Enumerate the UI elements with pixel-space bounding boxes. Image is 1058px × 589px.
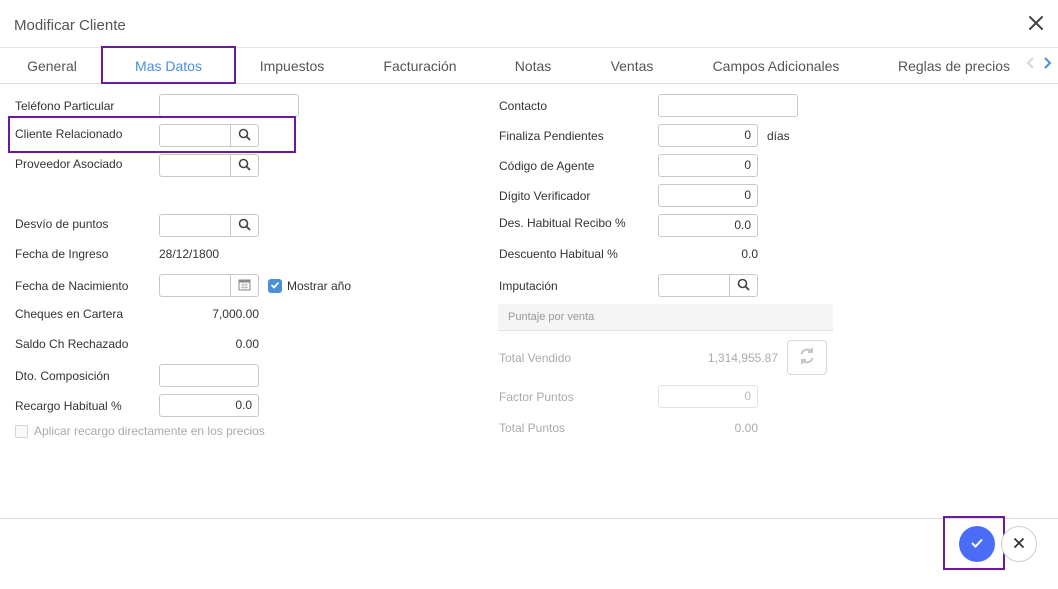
puntaje-section-header: Puntaje por venta (498, 304, 833, 331)
check-icon (270, 279, 280, 293)
descuento-habitual-value: 0.0 (741, 247, 758, 261)
desvio-puntos-lookup (159, 214, 259, 237)
proveedor-asociado-label: Proveedor Asociado (15, 157, 123, 171)
desvio-puntos-input[interactable] (159, 214, 231, 237)
imputacion-lookup (658, 274, 758, 297)
search-icon (737, 278, 750, 294)
descuento-habitual-label: Descuento Habitual % (499, 247, 618, 261)
saldo-ch-rechazado-value: 0.00 (235, 337, 259, 351)
telefono-particular-input[interactable] (159, 94, 299, 117)
confirm-button-highlight (943, 516, 1005, 570)
tab-ventas[interactable]: Ventas (596, 48, 668, 84)
desvio-puntos-search-button[interactable] (230, 214, 259, 237)
refresh-icon (797, 346, 817, 369)
imputacion-input[interactable] (658, 274, 730, 297)
finaliza-pendientes-unit: días (767, 129, 790, 143)
close-icon[interactable] (1027, 14, 1045, 32)
imputacion-label: Imputación (499, 279, 558, 293)
dto-composicion-input[interactable] (159, 364, 259, 387)
contacto-input[interactable] (658, 94, 798, 117)
total-vendido-value: 1,314,955.87 (707, 351, 778, 365)
tab-impuestos[interactable]: Impuestos (246, 48, 338, 84)
puntaje-section-title: Puntaje por venta (508, 311, 595, 323)
dialog-header: Modificar Cliente (0, 0, 1058, 48)
active-tab-highlight (101, 46, 236, 84)
telefono-particular-label: Teléfono Particular (15, 99, 115, 113)
total-vendido-label: Total Vendido (499, 351, 572, 365)
mostrar-anio-label: Mostrar año (287, 279, 352, 293)
fecha-nacimiento-input[interactable] (159, 274, 231, 297)
chevron-right-icon[interactable] (1042, 56, 1052, 73)
finaliza-pendientes-input[interactable]: 0 (658, 124, 758, 147)
des-habitual-recibo-input[interactable]: 0.0 (658, 214, 758, 237)
recargo-habitual-input[interactable]: 0.0 (159, 394, 259, 417)
cliente-relacionado-highlight (8, 116, 296, 153)
refresh-button[interactable] (787, 340, 827, 375)
tab-reglas-precios[interactable]: Reglas de precios (886, 48, 1022, 84)
search-icon (238, 218, 251, 234)
close-icon (1013, 537, 1025, 552)
cheques-cartera-label: Cheques en Cartera (15, 307, 124, 321)
digito-verificador-label: Dígito Verificador (499, 189, 591, 203)
codigo-agente-input[interactable]: 0 (658, 154, 758, 177)
total-puntos-label: Total Puntos (499, 421, 566, 435)
recargo-habitual-label: Recargo Habitual % (15, 399, 122, 413)
dialog-title: Modificar Cliente (14, 17, 126, 34)
footer-divider (0, 518, 1058, 519)
tab-campos-adicionales[interactable]: Campos Adicionales (700, 48, 852, 84)
finaliza-pendientes-label: Finaliza Pendientes (499, 129, 604, 143)
dto-composicion-label: Dto. Composición (15, 369, 110, 383)
contacto-label: Contacto (499, 99, 548, 113)
imputacion-search-button[interactable] (729, 274, 758, 297)
mostrar-anio-checkbox[interactable] (268, 279, 282, 293)
chevron-left-icon[interactable] (1026, 56, 1036, 73)
tab-facturacion[interactable]: Facturación (370, 48, 470, 84)
cheques-cartera-value: 7,000.00 (212, 307, 259, 321)
total-puntos-value: 0.00 (734, 421, 758, 435)
proveedor-asociado-search-button[interactable] (230, 154, 259, 177)
factor-puntos-input[interactable]: 0 (658, 385, 758, 408)
fecha-ingreso-value: 28/12/1800 (159, 247, 220, 261)
factor-puntos-label: Factor Puntos (499, 390, 574, 404)
desvio-puntos-label: Desvío de puntos (15, 217, 109, 231)
fecha-ingreso-label: Fecha de Ingreso (15, 247, 109, 261)
saldo-ch-rechazado-label: Saldo Ch Rechazado (15, 337, 129, 351)
aplicar-recargo-label: Aplicar recargo directamente en los prec… (34, 424, 265, 438)
codigo-agente-label: Código de Agente (499, 159, 595, 173)
aplicar-recargo-checkbox[interactable] (15, 425, 28, 438)
fecha-nacimiento-label: Fecha de Nacimiento (15, 279, 129, 293)
digito-verificador-input[interactable]: 0 (658, 184, 758, 207)
proveedor-asociado-lookup (159, 154, 259, 177)
des-habitual-recibo-label: Des. Habitual Recibo % (499, 216, 626, 230)
calendar-icon (238, 278, 251, 294)
proveedor-asociado-input[interactable] (159, 154, 231, 177)
tab-notas[interactable]: Notas (500, 48, 566, 84)
tab-general[interactable]: General (14, 48, 90, 84)
search-icon (238, 158, 251, 174)
fecha-nacimiento-picker (159, 274, 259, 297)
cancel-button[interactable] (1001, 526, 1037, 562)
fecha-nacimiento-calendar-button[interactable] (230, 274, 259, 297)
